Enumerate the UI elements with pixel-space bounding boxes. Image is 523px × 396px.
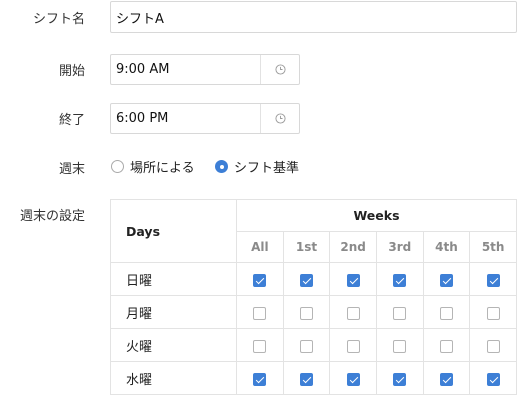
checkbox-checked[interactable] [346,372,360,386]
checkbox-checked[interactable] [346,273,360,287]
checkbox-cell [375,361,424,395]
start-time-value: 9:00 AM [116,62,170,77]
radio-button-selected[interactable] [215,160,228,173]
checkbox-cell [469,361,517,395]
grid-body: 日曜 月曜 火曜 水曜 [110,262,517,395]
weekend-settings-table: Days Weeks All 1st 2nd 3rd 4th 5th 日曜 月曜火… [110,199,517,395]
checkbox-checked[interactable] [439,273,453,287]
week-col-4th: 4th [422,231,471,263]
checkbox-cell [469,328,517,362]
day-label: 水曜 [110,361,237,395]
checkbox-cell [236,328,284,362]
checkbox-cell [236,361,284,395]
day-label: 日曜 [110,262,237,296]
week-col-all: All [236,231,284,263]
start-time-label: 開始 [58,64,85,79]
checkbox-cell [469,295,517,329]
shift-name-input[interactable]: シフトA [110,1,517,33]
checkbox[interactable] [299,339,313,353]
shift-name-value: シフトA [116,11,164,27]
checkbox-checked[interactable] [299,273,313,287]
checkbox-cell [236,295,284,329]
checkbox-cell [422,262,471,296]
weekend-option-shift[interactable]: シフト基準 [215,157,299,176]
checkbox-cell [282,328,331,362]
end-clock-button[interactable] [260,104,299,133]
table-row: 日曜 [110,262,517,296]
table-row: 月曜 [110,295,517,329]
checkbox-cell [282,295,331,329]
table-row: 水曜 [110,361,517,395]
week-col-1st: 1st [282,231,331,263]
start-clock-button[interactable] [260,55,299,84]
checkbox-cell [329,361,377,395]
checkbox-cell [282,361,331,395]
checkbox-cell [236,262,284,296]
day-label: 火曜 [110,328,237,362]
radio-label: 場所による [130,161,195,176]
checkbox-cell [375,295,424,329]
checkbox[interactable] [253,306,267,320]
weekend-option-location[interactable]: 場所による [111,157,195,176]
checkbox-checked[interactable] [393,372,407,386]
checkbox-cell [329,328,377,362]
checkbox-cell [422,361,471,395]
checkbox-cell [329,295,377,329]
clock-icon [274,64,286,75]
checkbox-cell [282,262,331,296]
checkbox-cell [469,262,517,296]
day-label: 月曜 [110,295,237,329]
checkbox[interactable] [346,306,360,320]
checkbox-cell [422,328,471,362]
end-time-input[interactable]: 6:00 PM [110,103,300,134]
week-col-5th: 5th [469,231,517,263]
checkbox-cell [422,295,471,329]
checkbox[interactable] [346,339,360,353]
end-time-value: 6:00 PM [116,111,169,126]
checkbox[interactable] [486,306,500,320]
checkbox[interactable] [393,306,407,320]
end-time-label: 終了 [58,113,85,128]
weekend-label: 週末 [58,162,85,177]
checkbox-checked[interactable] [253,372,267,386]
checkbox[interactable] [439,306,453,320]
checkbox-checked[interactable] [486,372,500,386]
weekend-settings-label: 週末の設定 [19,209,85,224]
checkbox-checked[interactable] [299,372,313,386]
week-col-2nd: 2nd [329,231,377,263]
days-header: Days [110,199,237,263]
shift-name-label: シフト名 [32,12,85,27]
checkbox[interactable] [253,339,267,353]
checkbox-checked[interactable] [439,372,453,386]
start-time-input[interactable]: 9:00 AM [110,54,300,85]
checkbox-checked[interactable] [486,273,500,287]
clock-icon [274,113,286,124]
checkbox[interactable] [486,339,500,353]
radio-button[interactable] [111,160,124,173]
weeks-header: Weeks [236,199,517,232]
radio-label: シフト基準 [234,161,300,176]
checkbox[interactable] [299,306,313,320]
table-row: 火曜 [110,328,517,362]
checkbox-checked[interactable] [253,273,267,287]
checkbox[interactable] [439,339,453,353]
checkbox-checked[interactable] [393,273,407,287]
week-col-3rd: 3rd [375,231,424,263]
checkbox-cell [375,328,424,362]
checkbox-cell [329,262,377,296]
checkbox-cell [375,262,424,296]
checkbox[interactable] [393,339,407,353]
